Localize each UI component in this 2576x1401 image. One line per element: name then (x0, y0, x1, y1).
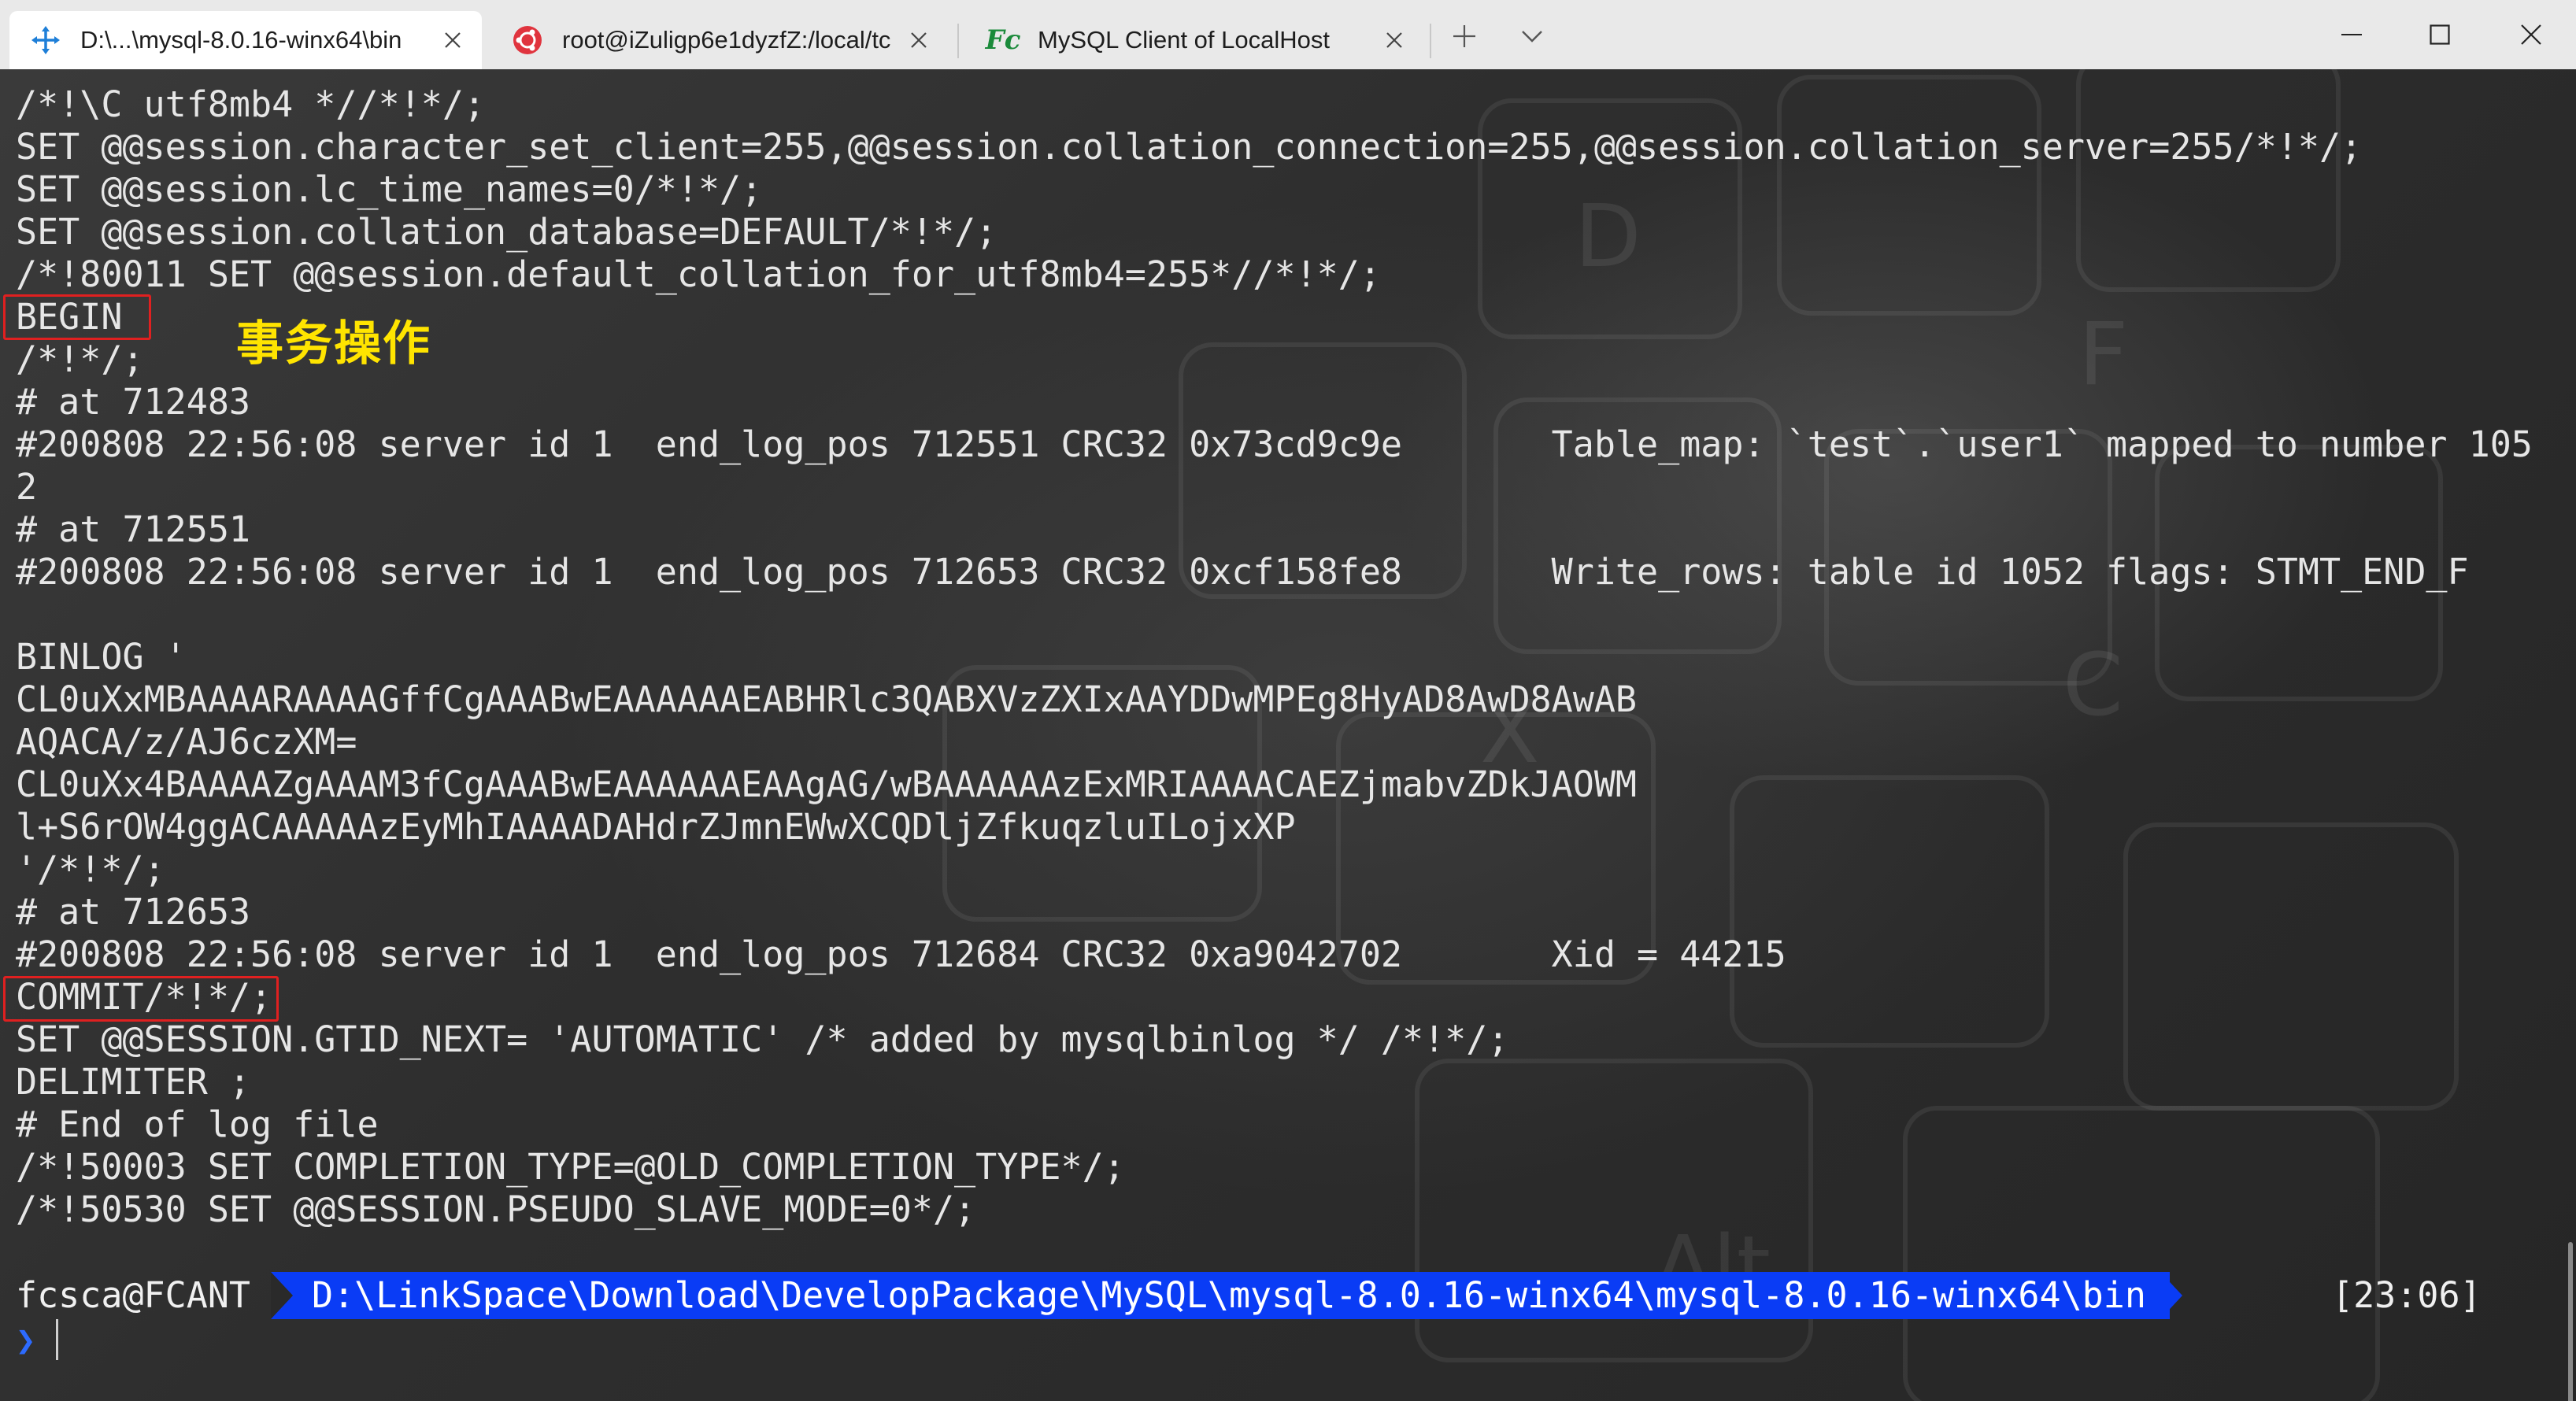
prompt-user: fcsca@FCANT (16, 1274, 251, 1316)
terminal-line: l+S6rOW4ggACAAAAAzEyMhIAAAADAHdrZJmnEWwX… (16, 806, 1296, 848)
scrollbar[interactable] (2568, 1242, 2573, 1401)
terminal-line: /*!50530 SET @@SESSION.PSEUDO_SLAVE_MODE… (16, 1188, 976, 1230)
ubuntu-icon (510, 23, 545, 57)
maximize-button[interactable] (2396, 0, 2483, 69)
terminal-line: #200808 22:56:08 server id 1 end_log_pos… (16, 551, 2469, 593)
prompt-segment-notch (271, 1272, 293, 1319)
terminal-line: AQACA/z/AJ6czXM= (16, 721, 357, 763)
terminal-line: SET @@session.collation_database=DEFAULT… (16, 211, 997, 253)
terminal-line-commit: COMMIT/*!*/; (16, 976, 272, 1018)
prompt-segment-arrow (2160, 1272, 2182, 1319)
close-icon[interactable] (435, 22, 471, 58)
move-arrows-icon (28, 23, 63, 57)
terminal-output-area[interactable]: D F C X Alt /*!\C utf8mb4 *//*!*/; SET @… (0, 69, 2576, 1401)
terminal-line: # at 712551 (16, 508, 251, 550)
terminal-line: /*!80011 SET @@session.default_collation… (16, 253, 1381, 295)
terminal-line: SET @@session.character_set_client=255,@… (16, 126, 2363, 168)
terminal-line: 2 (16, 466, 38, 508)
terminal-line: # at 712653 (16, 891, 251, 933)
transaction-annotation: 事务操作 (236, 316, 431, 372)
tab-mysql-bin[interactable]: D:\...\mysql-8.0.16-winx64\bin (9, 11, 482, 69)
tab-separator (957, 24, 959, 58)
terminal-line: DELIMITER ; (16, 1061, 251, 1103)
close-window-button[interactable] (2488, 0, 2574, 69)
terminal-line: CL0uXx4BAAAAZgAAAM3fCgAAABwEAAAAAAEAAgAG… (16, 763, 1638, 805)
chevron-down-icon (1522, 31, 1542, 43)
tab-label: MySQL Client of LocalHost (1038, 26, 1331, 54)
fc-logo-icon: Fc (985, 24, 1021, 56)
terminal-line: '/*!*/; (16, 848, 165, 890)
tab-mysql-client[interactable]: Fc MySQL Client of LocalHost (967, 11, 1423, 69)
terminal-line: # at 712483 (16, 381, 251, 423)
minimize-button[interactable] (2308, 0, 2395, 69)
tab-ssh-root[interactable]: root@iZuligp6e1dyzfZ:/local/tc (491, 11, 948, 69)
terminal-window: D:\...\mysql-8.0.16-winx64\bin root@iZul… (0, 0, 2576, 1401)
terminal-lines: /*!\C utf8mb4 *//*!*/; SET @@session.cha… (16, 83, 2533, 1231)
commit-highlight-box (3, 976, 279, 1022)
tab-separator (1430, 24, 1431, 58)
new-tab-button[interactable] (1441, 13, 1488, 60)
terminal-line: CL0uXxMBAAAARAAAAGffCgAAABwEAAAAAAEABHRl… (16, 678, 1638, 720)
tab-label: root@iZuligp6e1dyzfZ:/local/tc (562, 26, 891, 54)
prompt-chevron-icon: ❯ (16, 1320, 36, 1359)
tab-bar: D:\...\mysql-8.0.16-winx64\bin root@iZul… (0, 0, 2576, 69)
minimize-icon (2341, 34, 2362, 35)
terminal-line: #200808 22:56:08 server id 1 end_log_pos… (16, 933, 1786, 975)
begin-highlight-box (3, 294, 151, 340)
terminal-line: SET @@SESSION.GTID_NEXT= 'AUTOMATIC' /* … (16, 1018, 1509, 1060)
text-cursor (56, 1319, 59, 1360)
plus-icon (1453, 25, 1475, 47)
close-icon[interactable] (901, 22, 937, 58)
prompt-time: [23:06] (2332, 1274, 2482, 1316)
terminal-line: /*!50003 SET COMPLETION_TYPE=@OLD_COMPLE… (16, 1146, 1125, 1188)
close-icon (2521, 24, 2541, 45)
terminal-line: SET @@session.lc_time_names=0/*!*/; (16, 168, 763, 210)
terminal-line: #200808 22:56:08 server id 1 end_log_pos… (16, 423, 2533, 465)
tab-label: D:\...\mysql-8.0.16-winx64\bin (80, 26, 402, 54)
command-input-line[interactable]: ❯ (16, 1316, 59, 1363)
terminal-line: BINLOG ' (16, 636, 187, 678)
prompt-line: fcsca@FCANT D:\LinkSpace\Download\Develo… (0, 1272, 2576, 1319)
terminal-line: # End of log file (16, 1103, 379, 1145)
close-icon[interactable] (1376, 22, 1412, 58)
terminal-line: /*!\C utf8mb4 *//*!*/; (16, 83, 486, 125)
maximize-icon (2430, 24, 2450, 45)
tab-dropdown-button[interactable] (1508, 13, 1556, 60)
prompt-path: D:\LinkSpace\Download\DevelopPackage\MyS… (271, 1272, 2170, 1319)
